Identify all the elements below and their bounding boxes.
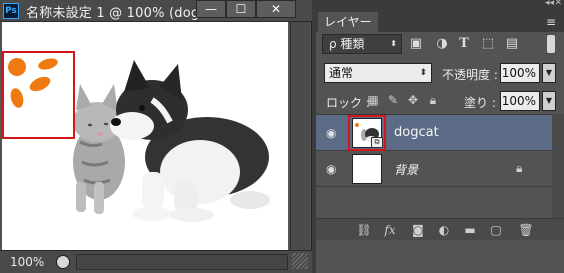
close-button[interactable]: ✕ — [256, 0, 296, 18]
fill-input[interactable]: 100% — [500, 91, 540, 111]
status-bar: 100% — [0, 250, 312, 273]
type-filter-icon[interactable]: T — [456, 36, 472, 51]
image-filter-icon[interactable]: ▣ — [408, 36, 424, 51]
blend-row: 通常 ⬍ 不透明度 : 100% ▼ — [316, 60, 564, 86]
layers-scrollbar[interactable] — [552, 114, 564, 218]
vertical-scrollbar[interactable] — [290, 22, 310, 250]
lock-transparency-icon[interactable]: ▦ — [366, 93, 380, 107]
tab-layers[interactable]: レイヤー — [318, 12, 378, 32]
zoom-level[interactable]: 100% — [10, 255, 44, 269]
chevron-updown-icon: ⬍ — [419, 68, 427, 78]
filter-kind-select[interactable]: ρ 種類 ⬍ — [322, 34, 402, 54]
layers-panel: ◂◂ ✕ レイヤー ≡ ρ 種類 ⬍ ▣ ◑ T ⬚ ▤ 通常 ⬍ 不透明度 : — [316, 0, 564, 273]
mask-icon[interactable]: ◙ — [410, 223, 426, 237]
blend-mode-value: 通常 — [329, 66, 354, 80]
layer-name[interactable]: 背景 — [394, 161, 418, 178]
fx-icon[interactable]: fx — [382, 223, 398, 237]
canvas-area[interactable] — [0, 22, 290, 250]
photoshop-logo-icon: Ps — [3, 3, 19, 19]
layer-name[interactable]: dogcat — [394, 125, 439, 140]
opacity-input[interactable]: 100% — [500, 63, 540, 83]
minimize-button[interactable]: — — [196, 0, 226, 18]
fill-dropdown-icon[interactable]: ▼ — [542, 91, 556, 111]
new-layer-icon[interactable]: ▢ — [488, 223, 504, 237]
panel-header: ◂◂ ✕ — [316, 0, 564, 10]
lock-label: ロック : — [326, 96, 370, 110]
panel-tabbar: レイヤー ≡ — [316, 10, 564, 32]
opacity-label: 不透明度 : — [442, 68, 498, 82]
trash-icon[interactable]: 🗑︎ — [518, 223, 534, 237]
lock-position-icon[interactable]: ✥ — [406, 93, 420, 107]
layer-row-dogcat[interactable]: ◉ ⧉ dogcat — [316, 115, 552, 151]
fill-label: 塗り : — [464, 96, 496, 110]
layer-thumbnail[interactable] — [352, 154, 382, 184]
link-icon[interactable]: ⛓ — [356, 223, 372, 237]
visibility-eye-icon[interactable]: ◉ — [326, 126, 336, 140]
filter-toggle-switch[interactable] — [547, 35, 555, 53]
highlight-box — [2, 51, 75, 139]
document-titlebar[interactable]: Ps 名称未設定 1 @ 100% (dogcat... — ☐ ✕ — [0, 0, 312, 22]
adjustment-filter-icon[interactable]: ◑ — [434, 36, 450, 51]
smart-object-filter-icon[interactable]: ▤ — [504, 36, 520, 51]
group-folder-icon[interactable]: ▬ — [462, 223, 478, 237]
horizontal-scrollbar[interactable] — [76, 254, 288, 270]
lock-icon[interactable]: 🔒︎ — [516, 161, 522, 176]
panel-menu-icon[interactable]: ≡ — [546, 15, 556, 29]
panel-close-icon[interactable]: ✕ — [554, 0, 562, 8]
layer-row-background[interactable]: ◉ 背景 🔒︎ — [316, 151, 552, 187]
filter-kind-label: ρ 種類 — [329, 37, 365, 51]
layer-filter-row: ρ 種類 ⬍ ▣ ◑ T ⬚ ▤ — [316, 32, 564, 56]
blend-mode-select[interactable]: 通常 ⬍ — [324, 63, 432, 83]
lock-row: ロック : ▦ ✎ ✥ 🔒︎ 塗り : 100% ▼ — [316, 90, 564, 112]
status-info-icon[interactable] — [56, 255, 70, 269]
lock-paint-icon[interactable]: ✎ — [386, 93, 400, 107]
document-window: Ps 名称未設定 1 @ 100% (dogcat... — ☐ ✕ 100% — [0, 0, 312, 273]
maximize-button[interactable]: ☐ — [226, 0, 256, 18]
photoshop-workspace: Ps 名称未設定 1 @ 100% (dogcat... — ☐ ✕ 100% … — [0, 0, 564, 273]
chevron-down-icon: ⬍ — [390, 39, 397, 48]
lock-all-icon[interactable]: 🔒︎ — [426, 93, 440, 108]
layers-bottom-toolbar: ⛓ fx ◙ ◐ ▬ ▢ 🗑︎ — [316, 218, 564, 240]
thumbnail-highlight-box — [348, 115, 386, 151]
visibility-eye-icon[interactable]: ◉ — [326, 162, 336, 176]
layers-list: ◉ ⧉ dogcat ◉ 背景 🔒︎ — [316, 114, 552, 218]
adjustment-icon[interactable]: ◐ — [436, 223, 452, 237]
opacity-dropdown-icon[interactable]: ▼ — [542, 63, 556, 83]
puppy-figure — [110, 60, 270, 222]
resize-grip-icon[interactable] — [292, 253, 308, 269]
shape-filter-icon[interactable]: ⬚ — [480, 36, 496, 51]
collapse-icon[interactable]: ◂◂ — [545, 0, 554, 8]
panel-empty-area — [316, 240, 564, 273]
